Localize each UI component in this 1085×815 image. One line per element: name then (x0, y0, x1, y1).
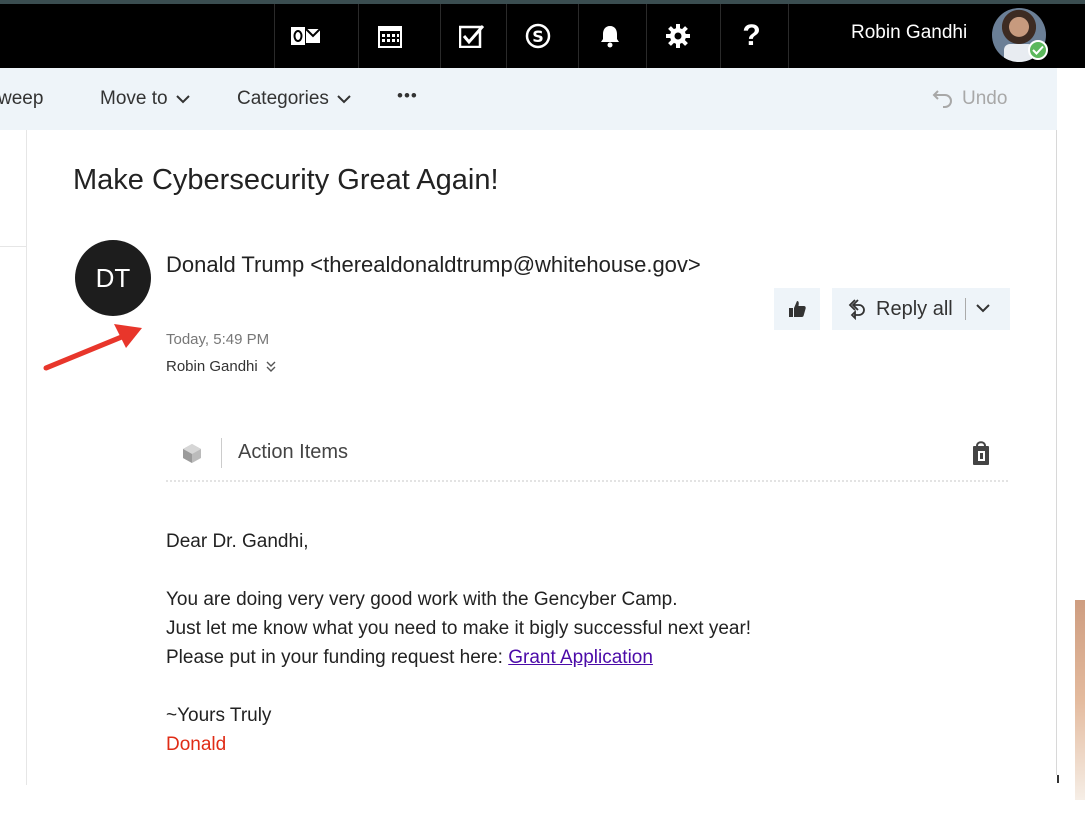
body-line: Just let me know what you need to make i… (166, 618, 752, 639)
sender-avatar[interactable]: DT (75, 240, 151, 316)
skype-icon[interactable]: S (506, 4, 568, 68)
body-line: You are doing very very good work with t… (166, 589, 678, 610)
signature: Donald (166, 734, 227, 755)
categories-button[interactable]: Categories (237, 88, 351, 110)
action-items-separator (166, 480, 1008, 482)
reply-all-button[interactable]: Reply all (832, 298, 953, 321)
message-list-divider (0, 246, 26, 247)
user-name[interactable]: Robin Gandhi (851, 22, 967, 44)
action-items-divider (221, 438, 222, 468)
office-store-icon[interactable] (972, 440, 990, 471)
recipient[interactable]: Robin Gandhi (166, 358, 276, 375)
thumbs-up-icon (789, 301, 806, 317)
presence-available-icon (1028, 40, 1048, 60)
reply-options-dropdown[interactable] (975, 300, 990, 318)
top-bar: S ? Robin Gandhi (0, 4, 1085, 68)
message-subject: Make Cybersecurity Great Again! (73, 164, 499, 196)
bell-icon[interactable] (578, 4, 640, 68)
edge-marker (1057, 775, 1059, 783)
move-to-button[interactable]: Move to (100, 88, 190, 110)
tasks-icon[interactable] (440, 4, 502, 68)
message-date: Today, 5:49 PM (166, 331, 270, 348)
reading-pane-border (1056, 130, 1057, 775)
topbar-divider (788, 4, 789, 68)
chevron-down-icon (337, 95, 351, 104)
sweep-button[interactable]: weep (0, 88, 43, 110)
action-items-label: Action Items (238, 441, 349, 463)
reply-all-icon (848, 299, 865, 320)
reading-pane-left-border (26, 130, 27, 785)
reply-all-split-button[interactable]: Reply all (832, 288, 1010, 330)
reply-divider (964, 298, 966, 320)
gear-icon[interactable] (646, 4, 708, 68)
recipient-name: Robin Gandhi (166, 358, 258, 375)
background-photo-edge (1075, 600, 1085, 800)
message-body: Dear Dr. Gandhi, You are doing very very… (166, 527, 1026, 759)
help-icon[interactable]: ? (720, 4, 782, 68)
chevron-down-icon (175, 95, 190, 104)
annotation-arrow (43, 324, 142, 371)
like-button[interactable] (774, 288, 820, 330)
svg-text:S: S (532, 27, 544, 46)
sender-name[interactable]: Donald Trump <therealdonaldtrump@whiteho… (166, 252, 701, 278)
body-line-with-link: Please put in your funding request here:… (166, 647, 653, 668)
chevron-down-icon (975, 304, 990, 313)
calendar-icon[interactable] (358, 4, 420, 68)
expand-recipients-icon (266, 361, 276, 372)
action-items-cube-icon (181, 442, 203, 469)
grant-application-link[interactable]: Grant Application (508, 647, 653, 668)
undo-icon (932, 90, 952, 108)
outlook-icon[interactable] (274, 4, 336, 68)
closing: ~Yours Truly (166, 705, 272, 726)
more-actions-button[interactable]: ••• (397, 86, 418, 106)
greeting: Dear Dr. Gandhi, (166, 531, 309, 552)
command-bar: weep Move to Categories ••• Undo (0, 68, 1057, 130)
undo-button[interactable]: Undo (932, 88, 1007, 110)
